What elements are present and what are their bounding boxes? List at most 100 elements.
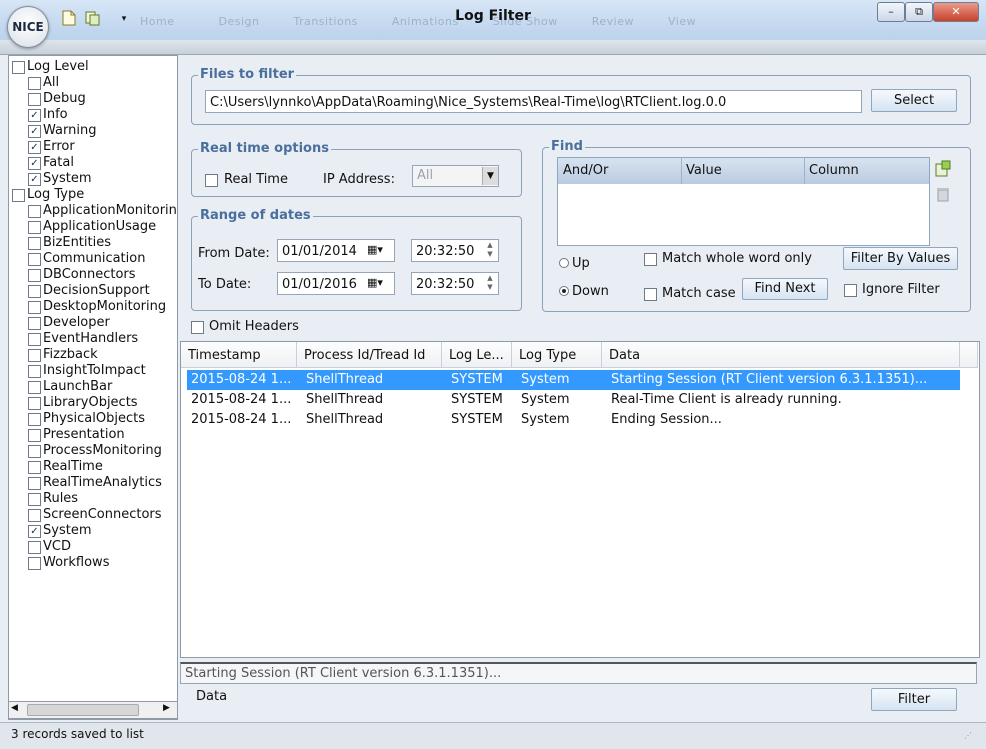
tree-item-checkbox[interactable]: ✓ [28,125,41,138]
table-row[interactable]: 2015-08-24 1... ShellThread SYSTEM System St… [187,370,960,390]
log-filter-tree[interactable]: Log Level All Debug ✓ Info ✓ Warning ✓ Error ✓ Fat… [8,55,178,720]
add-row-icon[interactable] [934,160,952,178]
trash-icon[interactable] [934,185,952,203]
tree-item-checkbox[interactable]: ✓ [28,525,41,538]
calendar-icon[interactable]: ▦▾ [367,276,383,289]
tree-item-label: DecisionSupport [43,283,150,298]
down-radio[interactable] [559,286,569,296]
grid-header-data[interactable]: Data [602,342,960,368]
find-next-button[interactable]: Find Next [742,278,828,300]
tree-item-label: Fizzback [43,347,98,362]
from-time-spinner[interactable]: ▲ ▼ [483,241,497,260]
tree-item-label: Presentation [43,427,125,442]
scroll-left-icon[interactable]: ◀ [11,703,18,713]
table-cell: System [521,372,570,387]
tree-item-label: EventHandlers [43,331,139,346]
tree-item-checkbox[interactable] [28,413,41,426]
tree-item-checkbox[interactable] [28,253,41,266]
ip-address-value: All [417,168,434,183]
tree-item-checkbox[interactable] [28,381,41,394]
real-time-checkbox[interactable] [205,174,218,187]
tree-item-checkbox[interactable] [28,221,41,234]
tree-item-checkbox[interactable]: ✓ [28,109,41,122]
find-group-title: Find [549,139,585,154]
filter-button[interactable]: Filter [871,688,957,711]
find-column-value[interactable]: Value [686,163,722,178]
find-column-and-or[interactable]: And/Or [563,163,608,178]
tree-item-label: LibraryObjects [43,395,138,410]
tree-item-checkbox[interactable] [28,541,41,554]
match-whole-word-checkbox[interactable] [644,253,657,266]
tree-item-checkbox[interactable] [28,205,41,218]
grid-header-log-type[interactable]: Log Type [512,342,602,368]
log-records-grid[interactable]: Timestamp Process Id/Tread Id Log Le... … [180,341,980,658]
column-divider [681,158,682,184]
omit-headers-checkbox[interactable] [191,321,204,334]
tree-item-checkbox[interactable]: ✓ [28,173,41,186]
close-button[interactable]: ✕ [933,2,979,22]
tree-group-checkbox[interactable] [12,189,25,202]
filter-by-values-button[interactable]: Filter By Values [843,247,958,270]
up-radio[interactable] [559,258,569,268]
tree-item-checkbox[interactable] [28,237,41,250]
tree-item-checkbox[interactable] [28,477,41,490]
tree-group-checkbox[interactable] [12,61,25,74]
tree-item-checkbox[interactable] [28,557,41,570]
table-cell: SYSTEM [451,412,503,427]
resize-grip-icon[interactable]: ⋰ [964,731,978,745]
tree-item-checkbox[interactable] [28,285,41,298]
tree-item-checkbox[interactable] [28,93,41,106]
ignore-filter-checkbox[interactable] [844,284,857,297]
tree-item-label: ScreenConnectors [43,507,162,522]
match-case-checkbox[interactable] [644,288,657,301]
tree-item-checkbox[interactable] [28,333,41,346]
tree-item-checkbox[interactable] [28,397,41,410]
tree-item-label: Debug [43,91,86,106]
tree-item-label: ApplicationUsage [43,219,157,234]
tree-item-checkbox[interactable]: ✓ [28,141,41,154]
tree-item-checkbox[interactable] [28,317,41,330]
tree-item-checkbox[interactable] [28,509,41,522]
to-time-value: 20:32:50 [416,277,475,292]
table-row[interactable]: 2015-08-24 1... ShellThread SYSTEM System Re… [187,390,960,410]
tree-item-checkbox[interactable] [28,269,41,282]
from-time-value: 20:32:50 [416,244,475,259]
find-column-column[interactable]: Column [809,163,859,178]
tree-item-checkbox[interactable] [28,301,41,314]
grid-header-timestamp[interactable]: Timestamp [181,342,297,368]
restore-button[interactable]: ⧉ [905,2,933,22]
grid-header-process-id[interactable]: Process Id/Tread Id [297,342,442,368]
tree-item-checkbox[interactable]: ✓ [28,157,41,170]
file-path-input[interactable]: C:\Users\lynnko\AppData\Roaming\Nice_Sys… [205,90,862,113]
detail-text-box[interactable]: Starting Session (RT Client version 6.3.… [180,662,977,684]
tree-horizontal-scrollbar[interactable]: ◀ ▶ [8,701,178,719]
scroll-thumb[interactable] [27,704,139,716]
status-bar: 3 records saved to list ⋰ [0,722,986,749]
tree-item-checkbox[interactable] [28,429,41,442]
to-time-spinner[interactable]: ▲ ▼ [483,274,497,293]
tree-item-label: Error [43,139,75,154]
chevron-down-icon[interactable]: ▼ [482,167,498,185]
table-row[interactable]: 2015-08-24 1... ShellThread SYSTEM System En… [187,410,960,430]
find-criteria-grid[interactable]: And/Or Value Column [557,157,930,246]
tree-item-label: VCD [43,539,71,554]
window-controls: – ⧉ ✕ [877,2,979,22]
tree-item-label: LaunchBar [43,379,113,394]
match-case-label: Match case [662,286,736,301]
tree-item-checkbox[interactable] [28,349,41,362]
tree-item-checkbox[interactable] [28,461,41,474]
calendar-icon[interactable]: ▦▾ [367,243,383,256]
table-cell: Starting Session (RT Client version 6.3.… [611,372,928,387]
nice-logo[interactable]: NICE [7,6,49,48]
grid-header-log-level[interactable]: Log Le... [442,342,512,368]
tree-item-checkbox[interactable] [28,77,41,90]
minimize-button[interactable]: – [877,2,905,22]
tree-item-checkbox[interactable] [28,493,41,506]
select-button[interactable]: Select [871,89,957,112]
tree-item-checkbox[interactable] [28,445,41,458]
tree-item-label: Workflows [43,555,110,570]
table-cell: System [521,392,570,407]
tree-item-label: Info [43,107,68,122]
scroll-right-icon[interactable]: ▶ [163,703,170,713]
tree-item-checkbox[interactable] [28,365,41,378]
